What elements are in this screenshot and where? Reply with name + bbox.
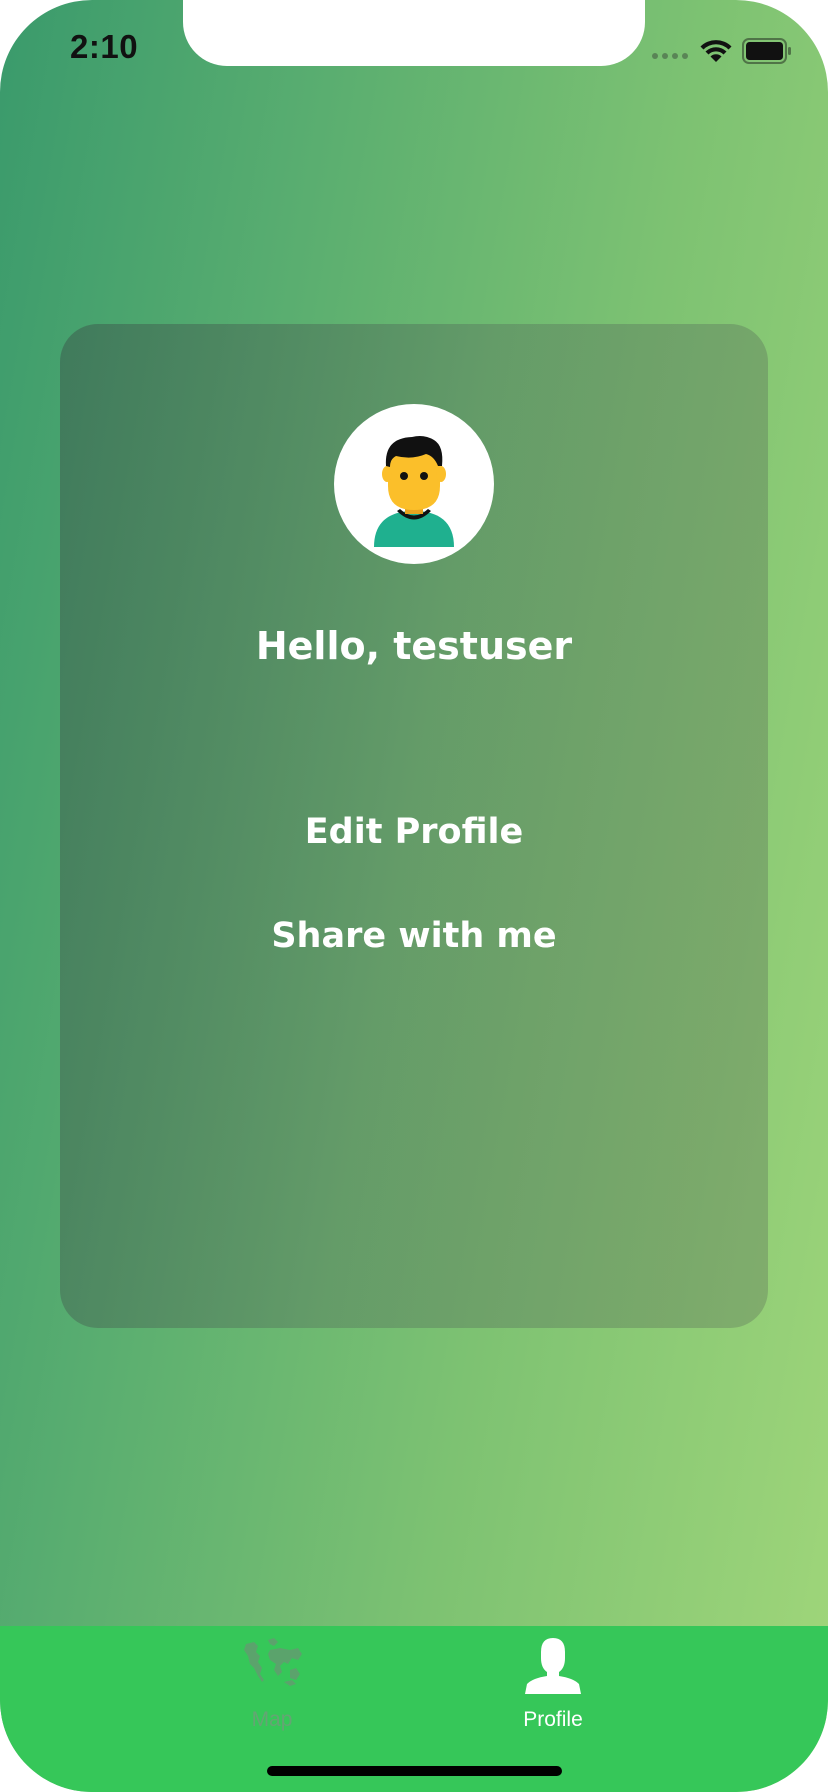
share-with-me-button[interactable]: Share with me bbox=[60, 916, 768, 956]
cellular-signal-icon bbox=[652, 53, 688, 59]
profile-card: Hello, testuser Edit Profile Share with … bbox=[60, 324, 768, 1328]
avatar bbox=[334, 404, 494, 564]
home-indicator[interactable] bbox=[267, 1766, 562, 1776]
tab-profile-label: Profile bbox=[523, 1708, 583, 1731]
wifi-icon bbox=[700, 40, 732, 62]
device-notch bbox=[183, 0, 645, 66]
tab-map-label: Map bbox=[251, 1708, 293, 1731]
edit-profile-button[interactable]: Edit Profile bbox=[60, 812, 768, 852]
battery-icon bbox=[742, 38, 791, 64]
world-map-icon bbox=[244, 1638, 302, 1686]
app-screen: 2:10 Hello, testuser Edit Profile Share … bbox=[0, 0, 828, 1792]
tab-profile[interactable]: Profile bbox=[453, 1626, 653, 1736]
status-time: 2:10 bbox=[70, 28, 139, 65]
greeting-text: Hello, testuser bbox=[255, 624, 573, 668]
person-icon bbox=[525, 1638, 581, 1694]
user-avatar-icon bbox=[374, 436, 454, 547]
status-bar: 2:10 bbox=[0, 0, 828, 100]
tab-map[interactable]: Map bbox=[172, 1626, 372, 1736]
